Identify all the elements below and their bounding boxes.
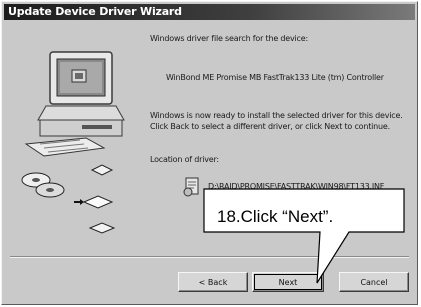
title-bar[interactable]: Update Device Driver Wizard [4, 4, 415, 20]
instruction-text: 18.Click “Next”. [217, 207, 334, 226]
window-title: Update Device Driver Wizard [8, 5, 182, 18]
disc-icon [21, 164, 116, 234]
search-heading: Windows driver file search for the devic… [150, 34, 308, 43]
back-button[interactable]: < Back [178, 272, 248, 292]
setup-file-icon [183, 177, 199, 197]
device-name: WinBond ME Promise MB FastTrak133 Lite (… [166, 73, 384, 82]
driver-path: D:\RAID\PROMISE\FASTTRAK\WIN98\FT133.INF [208, 182, 385, 191]
location-label: Location of driver: [150, 155, 219, 164]
ready-message: Windows is now ready to install the sele… [150, 111, 403, 131]
button-separator [10, 256, 409, 258]
cancel-button[interactable]: Cancel [339, 272, 409, 292]
wizard-illustration [21, 51, 125, 234]
wizard-dialog: Update Device Driver Wizard Windows driv… [1, 1, 418, 305]
computer-icon [24, 51, 125, 157]
next-button[interactable]: Next [252, 272, 324, 292]
